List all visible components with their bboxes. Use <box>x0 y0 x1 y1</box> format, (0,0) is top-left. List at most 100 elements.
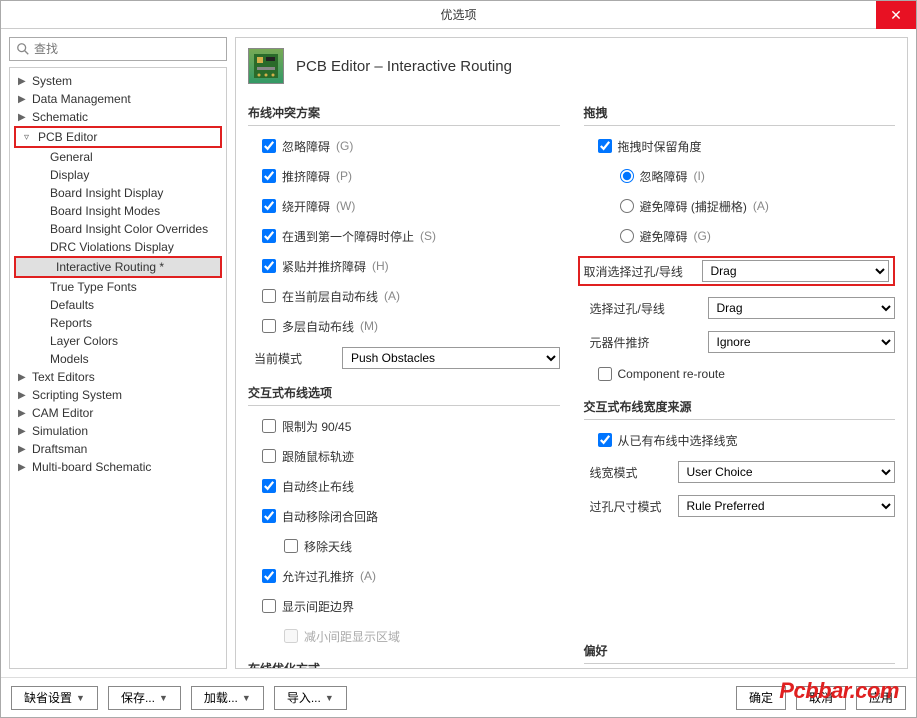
cb-pickup-width[interactable] <box>598 433 612 447</box>
btn-load[interactable]: 加载...▼ <box>191 686 264 710</box>
tree-item[interactable]: ▶ Multi-board Schematic <box>10 458 226 476</box>
tree-item-label: Data Management <box>32 92 131 106</box>
chevron-down-icon: ▼ <box>242 693 251 703</box>
lbl-unselected-via: 取消选择过孔/导线 <box>584 263 694 280</box>
section-gloss-effort: 布线优化方式 <box>248 660 560 669</box>
cb-stop-first[interactable] <box>262 229 276 243</box>
btn-ok[interactable]: 确定 <box>736 686 786 710</box>
tree-item[interactable]: ▶Simulation <box>10 422 226 440</box>
tree-item-label: CAM Editor <box>32 406 93 420</box>
footer: 缺省设置▼ 保存...▼ 加载...▼ 导入...▼ 确定 取消 应用 <box>1 677 916 717</box>
tree-item-label: Schematic <box>32 110 88 124</box>
tree-item[interactable]: ▶Draftsman <box>10 440 226 458</box>
lbl-remove-antennas: 移除天线 <box>304 538 352 555</box>
cb-remove-antennas[interactable] <box>284 539 298 553</box>
cb-hug-push[interactable] <box>262 259 276 273</box>
close-button[interactable]: ✕ <box>876 1 916 29</box>
lbl-current-mode: 当前模式 <box>254 350 334 367</box>
section-dragging: 拖拽 <box>584 104 896 126</box>
search-box[interactable] <box>9 37 227 61</box>
cb-auto-terminate[interactable] <box>262 479 276 493</box>
tree-item[interactable]: ▶Text Editors <box>10 368 226 386</box>
radio-drag-avoid[interactable] <box>620 229 634 243</box>
tree-item[interactable]: Board Insight Color Overrides <box>10 220 226 238</box>
expand-arrow-icon: ▶ <box>18 76 28 87</box>
lbl-comp-reroute: Component re-route <box>618 367 725 381</box>
cb-show-clearance[interactable] <box>262 599 276 613</box>
lbl-width-mode: 线宽模式 <box>590 464 670 481</box>
select-comp-push[interactable]: Ignore <box>708 331 896 353</box>
select-current-mode[interactable]: Push Obstacles <box>342 347 560 369</box>
tree-item[interactable]: ▶ CAM Editor <box>10 404 226 422</box>
btn-apply[interactable]: 应用 <box>856 686 906 710</box>
select-width-mode[interactable]: User Choice <box>678 461 896 483</box>
tree-item[interactable]: Defaults <box>10 296 226 314</box>
expand-arrow-icon: ▶ <box>18 408 28 419</box>
tree-item[interactable]: General <box>10 148 226 166</box>
select-via-size-mode[interactable]: Rule Preferred <box>678 495 896 517</box>
page-title: PCB Editor – Interactive Routing <box>296 58 512 75</box>
cb-push-obstacles[interactable] <box>262 169 276 183</box>
page-header: PCB Editor – Interactive Routing <box>248 48 895 84</box>
tree-item-label: Multi-board Schematic <box>32 460 151 474</box>
tree-item[interactable]: Reports <box>10 314 226 332</box>
cb-ignore-obstacles[interactable] <box>262 139 276 153</box>
lbl-show-clearance: 显示间距边界 <box>282 598 354 615</box>
tree-item[interactable]: Layer Colors <box>10 332 226 350</box>
lbl-auto-current-layer: 在当前层自动布线 <box>282 288 378 305</box>
window-title: 优选项 <box>440 6 476 23</box>
cb-follow-mouse[interactable] <box>262 449 276 463</box>
lbl-ignore-obstacles: 忽略障碍 <box>282 138 330 155</box>
tree-item[interactable]: ▶Scripting System <box>10 386 226 404</box>
cb-allow-via-push[interactable] <box>262 569 276 583</box>
tree-item-label: DRC Violations Display <box>50 240 174 254</box>
tree-item[interactable]: Board Insight Display <box>10 184 226 202</box>
cb-preserve-angle[interactable] <box>598 139 612 153</box>
expand-arrow-icon: ▶ <box>18 426 28 437</box>
expand-arrow-icon: ▶ <box>18 444 28 455</box>
tree-item[interactable]: Models <box>10 350 226 368</box>
btn-defaults[interactable]: 缺省设置▼ <box>11 686 98 710</box>
lbl-selected-via: 选择过孔/导线 <box>590 300 700 317</box>
section-width-source: 交互式布线宽度来源 <box>584 398 896 420</box>
radio-drag-avoid-snap[interactable] <box>620 199 634 213</box>
tree-item[interactable]: True Type Fonts <box>10 278 226 296</box>
tree-item[interactable]: ▶Data Management <box>10 90 226 108</box>
cb-auto-current-layer[interactable] <box>262 289 276 303</box>
cb-restrict-9045[interactable] <box>262 419 276 433</box>
cb-walk-around[interactable] <box>262 199 276 213</box>
lbl-push-obstacles: 推挤障碍 <box>282 168 330 185</box>
tree-item-label: Board Insight Modes <box>50 204 160 218</box>
tree-item-label: Interactive Routing * <box>56 260 164 274</box>
tree-item-label: System <box>32 74 72 88</box>
section-favorites: 偏好 <box>584 642 896 664</box>
btn-save[interactable]: 保存...▼ <box>108 686 181 710</box>
tree-item[interactable]: ▶ System <box>10 72 226 90</box>
cb-auto-remove-loops[interactable] <box>262 509 276 523</box>
expand-arrow-icon: ▶ <box>18 112 28 123</box>
tree-item[interactable]: ▿PCB Editor <box>16 128 220 146</box>
select-unselected-via[interactable]: Drag <box>702 260 890 282</box>
cb-auto-multi-layer[interactable] <box>262 319 276 333</box>
lbl-restrict-9045: 限制为 90/45 <box>282 418 351 435</box>
tree-item[interactable]: Interactive Routing * <box>16 258 220 276</box>
tree-item-label: Display <box>50 168 89 182</box>
btn-cancel[interactable]: 取消 <box>796 686 846 710</box>
tree-item-label: Models <box>50 352 89 366</box>
tree-item[interactable]: Display <box>10 166 226 184</box>
tree-item[interactable]: DRC Violations Display <box>10 238 226 256</box>
lbl-drag-avoid: 避免障碍 <box>640 228 688 245</box>
expand-arrow-icon: ▶ <box>18 462 28 473</box>
btn-import[interactable]: 导入...▼ <box>274 686 347 710</box>
tree-item[interactable]: ▶ Schematic <box>10 108 226 126</box>
tree-item[interactable]: Board Insight Modes <box>10 202 226 220</box>
select-selected-via[interactable]: Drag <box>708 297 896 319</box>
radio-drag-ignore[interactable] <box>620 169 634 183</box>
search-input[interactable] <box>34 42 220 56</box>
title-bar: 优选项 ✕ <box>1 1 916 29</box>
cb-comp-reroute[interactable] <box>598 367 612 381</box>
highlight-unselected-via: 取消选择过孔/导线 Drag <box>578 256 896 286</box>
lbl-follow-mouse: 跟随鼠标轨迹 <box>282 448 354 465</box>
pcb-editor-icon <box>248 48 284 84</box>
tree-item-label: Layer Colors <box>50 334 118 348</box>
